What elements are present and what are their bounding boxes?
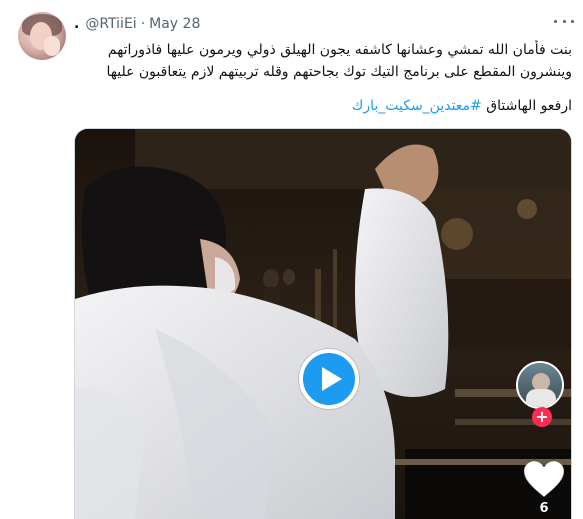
separator-dot: · bbox=[140, 16, 146, 32]
author-display-name[interactable]: . bbox=[74, 16, 79, 32]
video-frame bbox=[75, 129, 571, 519]
creator-avatar[interactable] bbox=[516, 361, 564, 409]
like-count: 6 bbox=[539, 501, 549, 516]
hashtag-link[interactable]: #معتدين_سكيت_بارك bbox=[352, 98, 482, 114]
author-handle[interactable]: @RTiiEi bbox=[85, 16, 136, 32]
tweet-text-line-1: بنت فأمان الله تمشي وعشانها كاشفه يجون ا… bbox=[107, 42, 572, 58]
play-icon bbox=[321, 367, 342, 391]
more-icon[interactable] bbox=[554, 14, 574, 28]
heart-icon[interactable] bbox=[522, 459, 566, 499]
cta-text: ارفعو الهاشتاق bbox=[486, 98, 572, 114]
tweet-date[interactable]: May 28 bbox=[149, 16, 200, 32]
play-button[interactable] bbox=[299, 349, 359, 409]
tweet-text-line-2: وينشرون المقطع على برنامج التيك توك بجاح… bbox=[106, 64, 573, 80]
author-avatar[interactable] bbox=[18, 12, 66, 60]
plus-icon[interactable]: + bbox=[532, 407, 552, 427]
tweet-card[interactable]: . @RTiiEi · May 28 بنت فأمان الله تمشي و… bbox=[0, 0, 583, 519]
video-media[interactable]: + 6 bbox=[74, 128, 572, 519]
tweet-header: . @RTiiEi · May 28 bbox=[74, 14, 200, 34]
tweet-cta-line: ارفعو الهاشتاق #معتدين_سكيت_بارك bbox=[74, 96, 572, 116]
